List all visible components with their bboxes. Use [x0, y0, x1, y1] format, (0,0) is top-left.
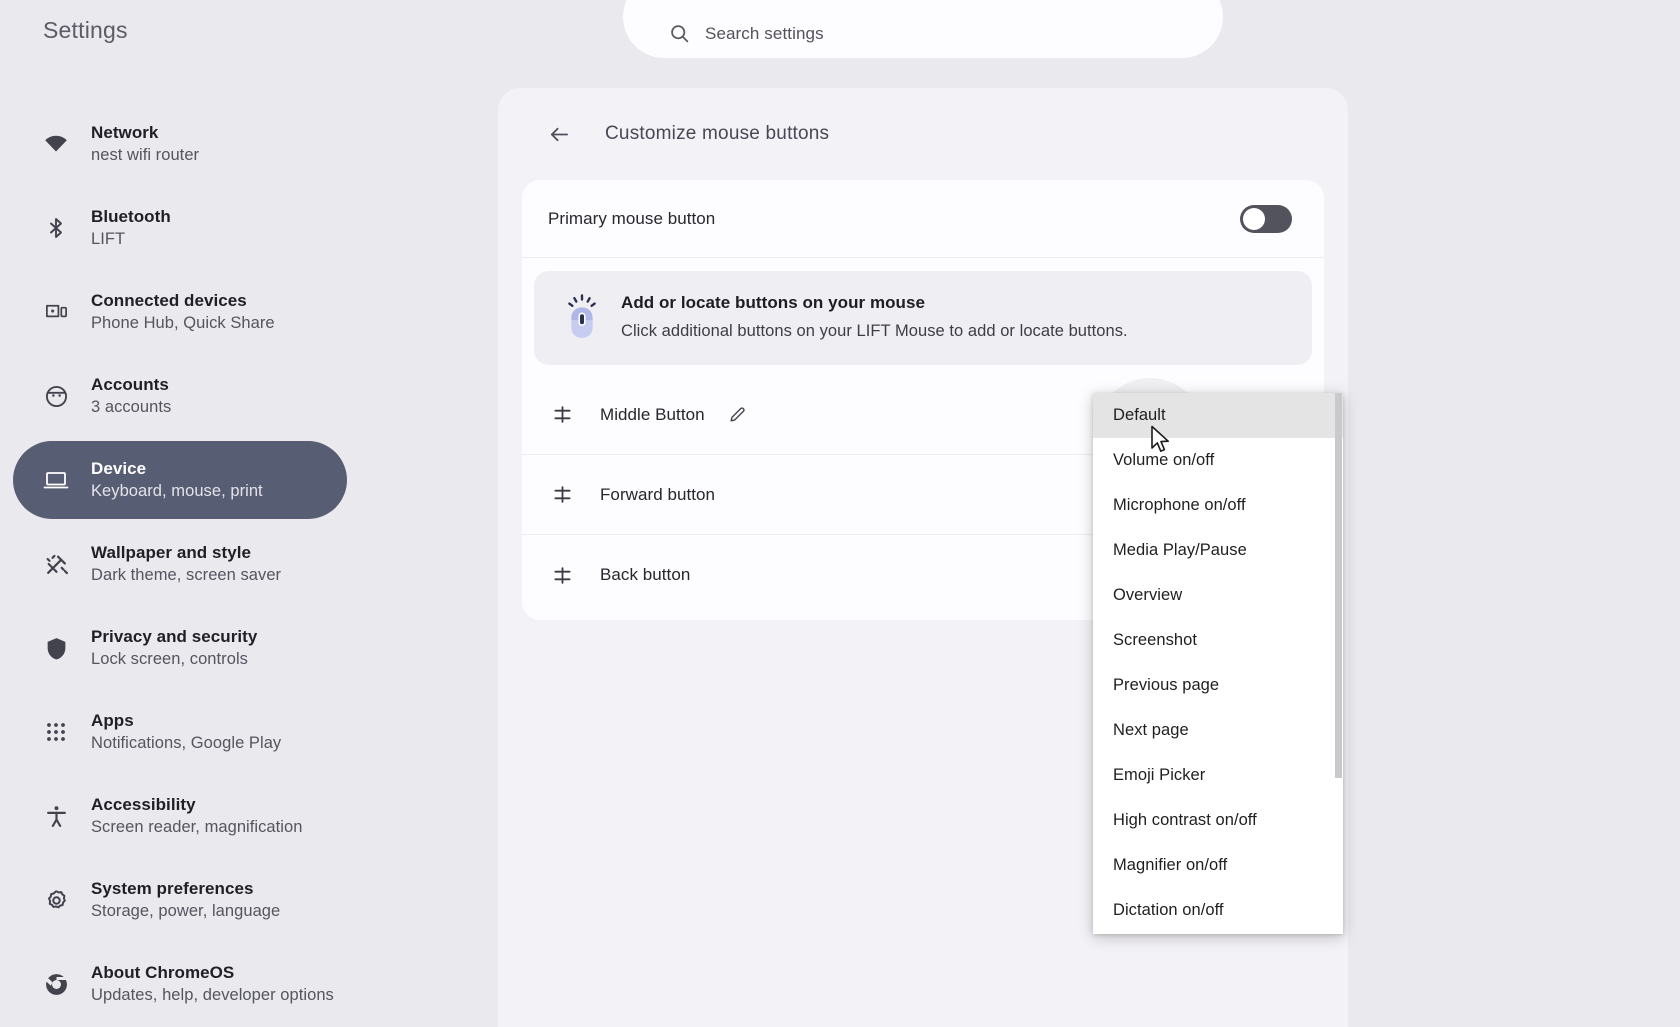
sidebar-item-accessibility[interactable]: Accessibility Screen reader, magnificati…: [13, 777, 347, 855]
sidebar-item-sublabel: Updates, help, developer options: [91, 986, 334, 1005]
shield-icon: [33, 636, 79, 661]
button-row-label: Middle Button: [600, 404, 705, 424]
button-row-label: Back button: [600, 565, 691, 584]
menu-item-volume-onoff[interactable]: Volume on/off: [1093, 438, 1343, 483]
sidebar-item-network[interactable]: Network nest wifi router: [13, 105, 347, 183]
toggle-knob: [1243, 207, 1265, 230]
button-row-label: Forward button: [600, 484, 716, 504]
drag-handle-icon[interactable]: [548, 566, 576, 585]
drag-handle-icon[interactable]: [548, 405, 576, 424]
sidebar-item-label: Apps: [91, 710, 134, 730]
sidebar-item-label: Accounts: [91, 374, 169, 394]
sidebar-item-accounts[interactable]: Accounts 3 accounts: [13, 357, 347, 435]
sidebar-item-connected-devices[interactable]: Connected devices Phone Hub, Quick Share: [13, 273, 347, 351]
sidebar-item-apps[interactable]: Apps Notifications, Google Play: [13, 693, 347, 771]
menu-item-high-contrast-onoff[interactable]: High contrast on/off: [1093, 798, 1343, 843]
sidebar-item-sublabel: Lock screen, controls: [91, 650, 248, 669]
menu-item-next-page[interactable]: Next page: [1093, 708, 1343, 753]
sidebar-item-sublabel: Notifications, Google Play: [91, 734, 282, 753]
sidebar-item-label: About ChromeOS: [91, 962, 235, 982]
sidebar-item-privacy-and-security[interactable]: Privacy and security Lock screen, contro…: [13, 609, 347, 687]
primary-mouse-button-row: Primary mouse button: [522, 180, 1324, 258]
sidebar-item-sublabel: nest wifi router: [91, 146, 200, 165]
primary-mouse-button-toggle[interactable]: [1240, 204, 1292, 233]
person-icon: [33, 384, 79, 409]
menu-item-default[interactable]: Default: [1093, 393, 1343, 438]
sidebar: Network nest wifi router Bluetooth LIFT …: [0, 105, 360, 1027]
search-icon: [653, 23, 705, 44]
sidebar-item-label: Privacy and security: [91, 626, 258, 646]
menu-scrollbar-thumb[interactable]: [1335, 393, 1342, 778]
menu-item-magnifier-onoff[interactable]: Magnifier on/off: [1093, 843, 1343, 888]
gear-icon: [33, 888, 79, 913]
sidebar-item-bluetooth[interactable]: Bluetooth LIFT: [13, 189, 347, 267]
chrome-icon: [33, 972, 79, 997]
sidebar-item-system-preferences[interactable]: System preferences Storage, power, langu…: [13, 861, 347, 939]
sidebar-item-label: Wallpaper and style: [91, 542, 251, 562]
sidebar-item-wallpaper-and-style[interactable]: Wallpaper and style Dark theme, screen s…: [13, 525, 347, 603]
apps-grid-icon: [33, 721, 79, 743]
page-title: Settings: [43, 17, 128, 43]
sidebar-item-label: Accessibility: [91, 794, 196, 814]
menu-item-microphone-onoff[interactable]: Microphone on/off: [1093, 483, 1343, 528]
pencil-icon[interactable]: [727, 404, 749, 426]
sidebar-item-sublabel: Storage, power, language: [91, 902, 281, 921]
sidebar-item-sublabel: Dark theme, screen saver: [91, 566, 282, 585]
drag-handle-icon[interactable]: [548, 485, 576, 504]
menu-scrollbar[interactable]: [1335, 393, 1343, 934]
sidebar-item-label: Network: [91, 122, 159, 142]
sidebar-item-sublabel: Screen reader, magnification: [91, 818, 303, 837]
banner-subtitle: Click additional buttons on your LIFT Mo…: [621, 322, 1128, 340]
banner-title: Add or locate buttons on your mouse: [621, 293, 925, 312]
mouse-sparkle-icon: [559, 294, 605, 340]
sidebar-item-sublabel: Keyboard, mouse, print: [91, 482, 263, 501]
bluetooth-icon: [33, 216, 79, 240]
sidebar-item-label: Device: [91, 458, 147, 478]
back-arrow-icon[interactable]: [544, 119, 574, 149]
primary-mouse-button-label: Primary mouse button: [548, 208, 716, 228]
panel-title: Customize mouse buttons: [605, 123, 830, 144]
sidebar-item-label: Connected devices: [91, 290, 247, 310]
menu-item-emoji-picker[interactable]: Emoji Picker: [1093, 753, 1343, 798]
banner-text: Add or locate buttons on your mouse Clic…: [605, 293, 1128, 341]
sidebar-item-label: Bluetooth: [91, 206, 171, 226]
add-or-locate-buttons-banner: Add or locate buttons on your mouse Clic…: [534, 271, 1312, 365]
sidebar-item-device[interactable]: Device Keyboard, mouse, print: [13, 441, 347, 519]
sidebar-item-sublabel: Phone Hub, Quick Share: [91, 314, 275, 333]
accessibility-icon: [33, 804, 79, 829]
menu-item-previous-page[interactable]: Previous page: [1093, 663, 1343, 708]
menu-item-dictation-onoff[interactable]: Dictation on/off: [1093, 888, 1343, 933]
search-input-placeholder[interactable]: Search settings: [705, 24, 824, 44]
sidebar-item-sublabel: LIFT: [91, 230, 126, 249]
laptop-icon: [33, 467, 79, 493]
wifi-icon: [33, 132, 79, 156]
brush-icon: [33, 552, 79, 577]
menu-item-overview[interactable]: Overview: [1093, 573, 1343, 618]
menu-item-media-play-pause[interactable]: Media Play/Pause: [1093, 528, 1343, 573]
sidebar-item-sublabel: 3 accounts: [91, 398, 172, 417]
panel-header: Customize mouse buttons: [498, 88, 1348, 180]
menu-item-screenshot[interactable]: Screenshot: [1093, 618, 1343, 663]
search-bar[interactable]: Search settings: [623, 0, 1223, 58]
sidebar-item-label: System preferences: [91, 878, 254, 898]
devices-icon: [33, 300, 79, 325]
action-dropdown-menu[interactable]: Default Volume on/off Microphone on/off …: [1093, 393, 1343, 934]
sidebar-item-about-chromeos[interactable]: About ChromeOS Updates, help, developer …: [13, 945, 347, 1023]
